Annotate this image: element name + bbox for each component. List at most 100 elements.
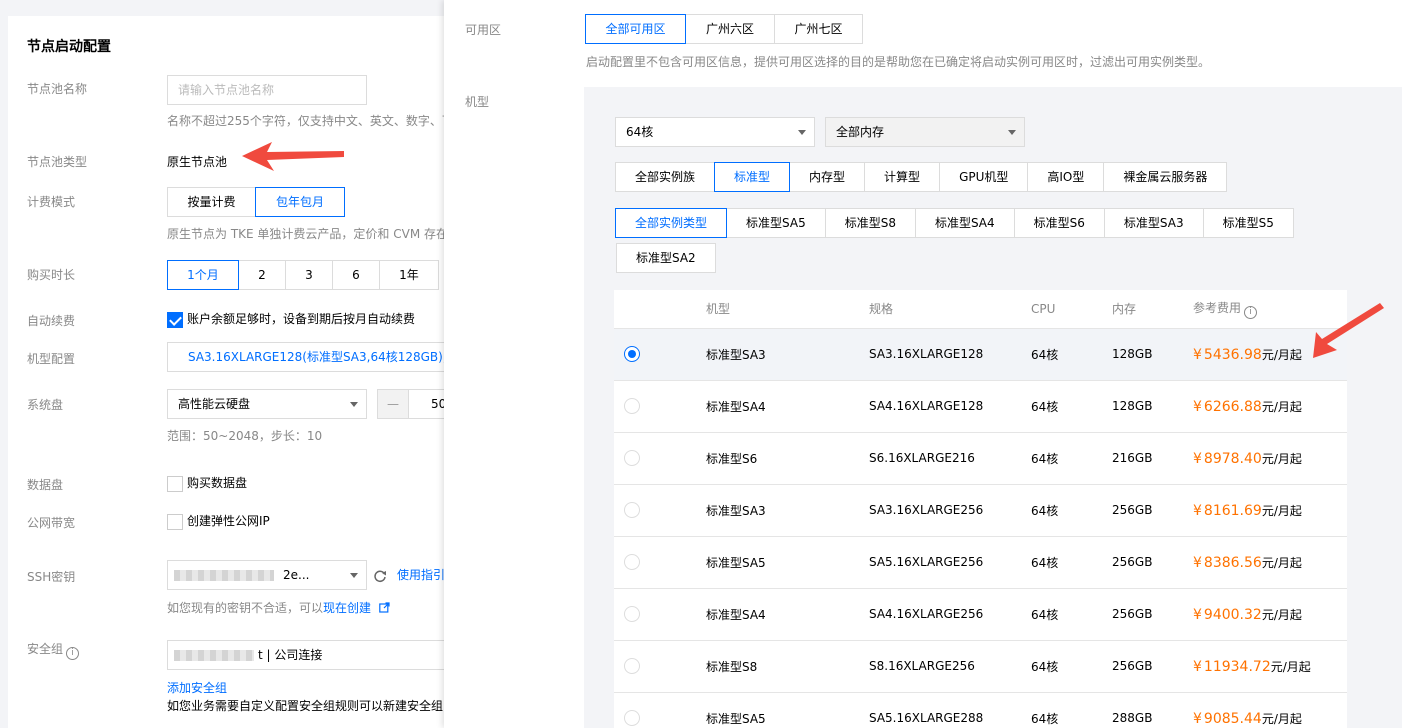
pool-name-input[interactable]: 请输入节点池名称: [167, 75, 367, 105]
row-radio[interactable]: [624, 606, 640, 622]
ssh-guide-link[interactable]: 使用指引: [397, 566, 445, 583]
type-tab-all[interactable]: 全部实例类型: [615, 208, 728, 238]
pool-name-placeholder: 请输入节点池名称: [178, 83, 275, 97]
billing-option-prepaid[interactable]: 包年包月: [255, 187, 345, 217]
duration-label: 购买时长: [27, 268, 76, 282]
table-row[interactable]: 标准型SA4 SA4.16XLARGE128 64核 128GB ¥6266.88元/月…: [614, 379, 1347, 432]
model-label: 机型: [465, 95, 490, 109]
row-radio[interactable]: [624, 398, 640, 414]
info-icon[interactable]: i: [1244, 305, 1258, 319]
zone-option-gz6[interactable]: 广州六区: [685, 14, 775, 44]
cell-memory: 256GB: [1112, 483, 1193, 536]
family-tab-high-io[interactable]: 高IO型: [1027, 162, 1105, 192]
auto-renew-checkbox[interactable]: [167, 312, 183, 328]
bandwidth-label: 公网带宽: [27, 516, 76, 530]
security-group-field[interactable]: t | 公司连接: [167, 640, 448, 670]
price-value: 6266.88: [1203, 398, 1262, 415]
cpu-filter-select[interactable]: 64核: [615, 117, 815, 147]
cell-cpu: 64核: [1031, 587, 1112, 640]
type-tab-sa3[interactable]: 标准型SA3: [1103, 208, 1204, 238]
section-title: 节点启动配置: [27, 39, 111, 55]
type-tab-sa4[interactable]: 标准型SA4: [914, 208, 1015, 238]
security-group-label: 安全组 i: [27, 640, 80, 660]
cell-memory: 128GB: [1112, 379, 1193, 432]
family-tab-gpu[interactable]: GPU机型: [939, 162, 1029, 192]
row-radio[interactable]: [624, 346, 640, 362]
price-value: 9400.32: [1203, 606, 1262, 623]
family-tab-bare-metal[interactable]: 裸金属云服务器: [1103, 162, 1228, 192]
row-radio-cell: [614, 327, 706, 380]
disk-size-minus-button[interactable]: —: [377, 389, 409, 419]
cell-cpu: 64核: [1031, 327, 1112, 380]
zone-option-all[interactable]: 全部可用区: [585, 14, 686, 44]
ssh-key-select[interactable]: 2e...: [167, 560, 367, 590]
cell-price: ¥11934.72元/月起: [1193, 639, 1347, 692]
refresh-icon[interactable]: [373, 569, 387, 583]
family-tab-all[interactable]: 全部实例族: [615, 162, 716, 192]
pool-type-value: 原生节点池: [167, 155, 228, 169]
row-radio[interactable]: [624, 502, 640, 518]
price-unit: 元/月起: [1261, 347, 1302, 362]
cell-spec: SA5.16XLARGE256: [869, 535, 1031, 588]
row-radio[interactable]: [624, 554, 640, 570]
system-disk-type-select[interactable]: 高性能云硬盘: [167, 389, 367, 419]
duration-option-3[interactable]: 3: [285, 260, 333, 290]
cell-memory: 256GB: [1112, 587, 1193, 640]
type-tab-sa2[interactable]: 标准型SA2: [616, 243, 716, 273]
duration-option-1y[interactable]: 1年: [379, 260, 439, 290]
table-row[interactable]: 标准型S8 S8.16XLARGE256 64核 256GB ¥11934.72元/月起: [614, 639, 1347, 692]
info-icon[interactable]: i: [66, 647, 80, 660]
system-disk-label: 系统盘: [27, 398, 64, 412]
table-row[interactable]: 标准型SA3 SA3.16XLARGE128 64核 128GB ¥5436.98元/月…: [614, 327, 1347, 380]
external-link-icon: [379, 602, 390, 613]
price-unit: 元/月起: [1270, 659, 1311, 674]
add-security-group-link[interactable]: 添加安全组: [167, 679, 227, 696]
cell-model: 标准型SA3: [706, 327, 869, 380]
model-config-field[interactable]: SA3.16XLARGE128(标准型SA3,64核128GB);: [167, 342, 448, 372]
family-tab-standard[interactable]: 标准型: [714, 162, 791, 192]
system-disk-hint: 范围：50~2048，步长：10: [167, 429, 323, 443]
type-tab-s6[interactable]: 标准型S6: [1013, 208, 1105, 238]
table-row[interactable]: 标准型SA5 SA5.16XLARGE256 64核 256GB ¥8386.56元/月…: [614, 535, 1347, 588]
price-unit: 元/月起: [1261, 555, 1302, 570]
duration-option-1m[interactable]: 1个月: [167, 260, 239, 290]
bandwidth-checkbox[interactable]: [167, 514, 183, 530]
family-tab-memory[interactable]: 内存型: [789, 162, 866, 192]
cell-spec: SA4.16XLARGE256: [869, 587, 1031, 640]
cell-memory: 256GB: [1112, 639, 1193, 692]
disk-size-input[interactable]: 50: [408, 389, 448, 419]
cell-memory: 256GB: [1112, 535, 1193, 588]
create-key-link[interactable]: 现在创建: [323, 601, 371, 615]
row-radio-cell: [614, 431, 706, 484]
billing-label: 计费模式: [27, 195, 76, 209]
type-tab-s8[interactable]: 标准型S8: [824, 208, 916, 238]
type-tab-s5[interactable]: 标准型S5: [1202, 208, 1294, 238]
redacted-group-name: [174, 650, 254, 661]
row-radio[interactable]: [624, 658, 640, 674]
cell-price: ¥8978.40元/月起: [1193, 431, 1347, 484]
row-radio[interactable]: [624, 450, 640, 466]
price-value: 8386.56: [1203, 554, 1262, 571]
table-row[interactable]: 标准型SA4 SA4.16XLARGE256 64核 256GB ¥9400.32元/月…: [614, 587, 1347, 640]
cell-cpu: 64核: [1031, 431, 1112, 484]
duration-option-2[interactable]: 2: [238, 260, 286, 290]
row-radio-cell: [614, 535, 706, 588]
row-radio[interactable]: [624, 710, 640, 727]
cell-price: ¥9400.32元/月起: [1193, 587, 1347, 640]
billing-option-postpaid[interactable]: 按量计费: [167, 187, 256, 217]
price-value: 9085.44: [1203, 710, 1262, 727]
table-row[interactable]: 标准型S6 S6.16XLARGE216 64核 216GB ¥8978.40元/月起: [614, 431, 1347, 484]
data-disk-checkbox[interactable]: [167, 476, 183, 492]
table-row[interactable]: 标准型SA5 SA5.16XLARGE288 64核 288GB ¥9085.44元/月…: [614, 691, 1347, 728]
cell-price: ¥8386.56元/月起: [1193, 535, 1347, 588]
type-tab-sa5[interactable]: 标准型SA5: [726, 208, 826, 238]
family-tab-compute[interactable]: 计算型: [864, 162, 941, 192]
annotation-arrow-left: [242, 142, 344, 171]
memory-filter-select[interactable]: 全部内存: [825, 117, 1025, 147]
zone-option-gz7[interactable]: 广州七区: [774, 14, 863, 44]
duration-option-6[interactable]: 6: [332, 260, 380, 290]
price-unit: 元/月起: [1261, 607, 1302, 622]
price-currency: ¥: [1193, 398, 1202, 415]
ssh-hint-text: 如您现有的密钥不合适，可以: [167, 601, 324, 615]
table-row[interactable]: 标准型SA3 SA3.16XLARGE256 64核 256GB ¥8161.69元/月…: [614, 483, 1347, 536]
